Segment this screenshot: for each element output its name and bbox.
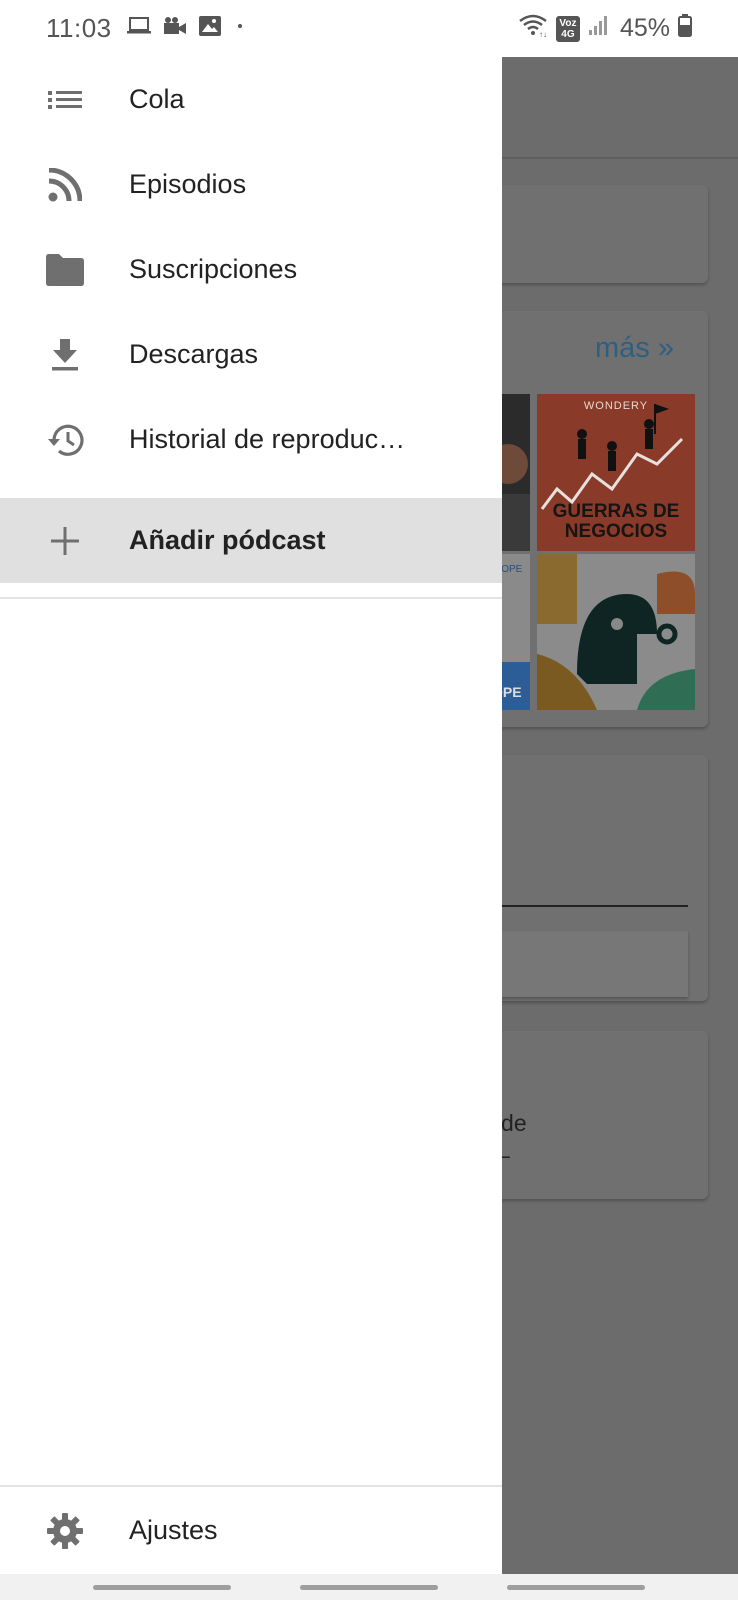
wifi-icon: ↑↓ xyxy=(518,13,548,44)
system-navigation-bar xyxy=(0,1574,738,1600)
battery-percent: 45% xyxy=(619,14,670,42)
podcast-cover-guerras: WONDERY GUERRAS DE NEGOCIOS xyxy=(537,394,695,551)
rss-feed-icon xyxy=(45,165,85,205)
status-bar: 11:03 ↑↓ Voz 4G 45% xyxy=(0,0,738,57)
status-time: 11:03 xyxy=(46,13,112,43)
plus-icon xyxy=(45,521,85,561)
drawer-item-label: Cola xyxy=(129,84,185,114)
nav-recent-handle[interactable] xyxy=(93,1585,231,1590)
drawer-divider xyxy=(0,597,502,599)
nav-home-handle[interactable] xyxy=(300,1585,438,1590)
drawer-item-label: Añadir pódcast xyxy=(129,525,326,555)
signal-icon xyxy=(588,13,608,44)
background-input-line xyxy=(495,905,688,907)
nav-back-handle[interactable] xyxy=(507,1585,645,1590)
laptop-icon xyxy=(126,13,152,44)
drawer-item-episodios[interactable]: Episodios xyxy=(0,142,502,227)
drawer-item-descargas[interactable]: Descargas xyxy=(0,312,502,397)
dot-icon xyxy=(232,13,248,44)
drawer-item-cola[interactable]: Cola xyxy=(0,57,502,142)
drawer-item-label: Episodios xyxy=(129,169,247,199)
video-camera-icon xyxy=(162,13,188,44)
drawer-item-anadir-podcast[interactable]: Añadir pódcast xyxy=(0,498,502,583)
network-badge-icon: Voz 4G xyxy=(555,15,580,42)
gear-icon xyxy=(45,1511,85,1551)
background-button xyxy=(495,931,688,997)
image-icon xyxy=(198,13,222,44)
drawer-item-ajustes[interactable]: Ajustes xyxy=(0,1488,502,1573)
folder-icon xyxy=(45,250,85,290)
drawer-item-label: Suscripciones xyxy=(129,254,298,284)
network-badge-bottom: 4G xyxy=(561,28,575,40)
drawer-item-suscripciones[interactable]: Suscripciones xyxy=(0,227,502,312)
battery-icon xyxy=(678,13,692,44)
history-icon xyxy=(45,420,85,460)
podcast-cover-abstract xyxy=(537,554,695,710)
download-icon xyxy=(45,335,85,375)
drawer-item-label: Historial de reproduc… xyxy=(129,424,406,454)
background-card xyxy=(480,185,708,283)
drawer-item-label: Descargas xyxy=(129,339,259,369)
more-link: más » xyxy=(595,332,674,364)
drawer-divider-bottom xyxy=(0,1485,502,1487)
podcast-cover-title: GUERRAS DE NEGOCIOS xyxy=(552,501,680,542)
queue-list-icon xyxy=(45,80,85,120)
navigation-drawer: Cola Episodios Suscripciones Descargas H… xyxy=(0,57,502,1574)
drawer-item-label: Ajustes xyxy=(129,1515,218,1545)
drawer-item-historial[interactable]: Historial de reproduc… xyxy=(0,397,502,482)
svg-text:↑↓: ↑↓ xyxy=(539,30,547,37)
network-badge-top: Voz xyxy=(559,17,577,29)
